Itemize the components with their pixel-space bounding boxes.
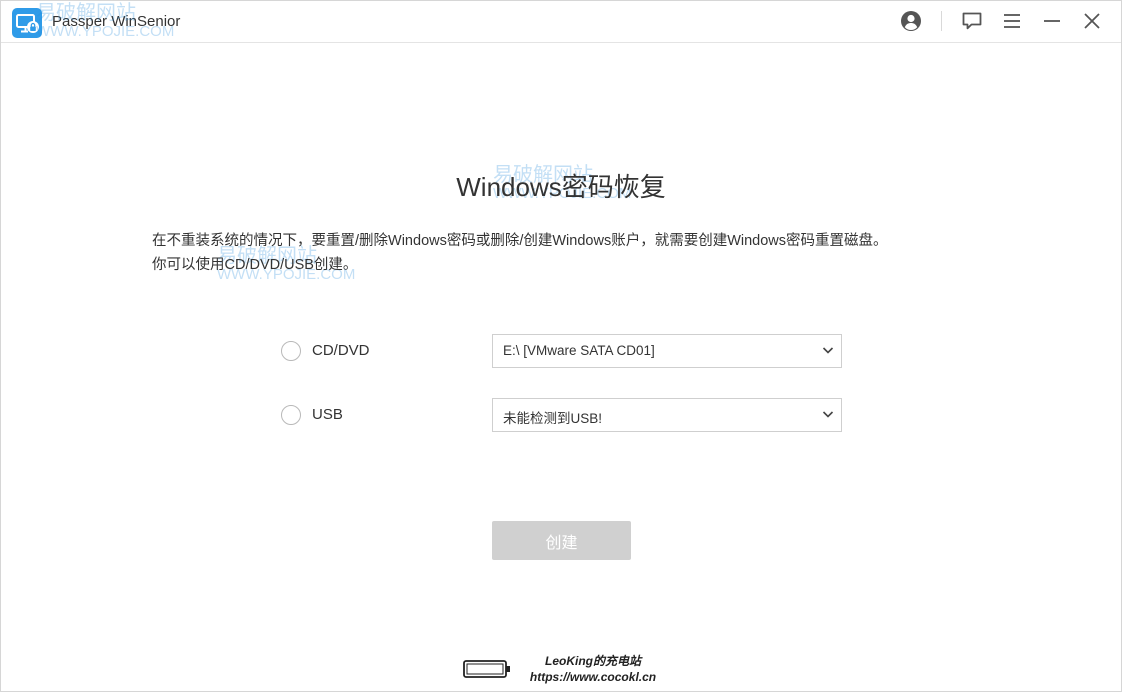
minimize-icon[interactable] [1041,10,1063,32]
description-line: 你可以使用CD/DVD/USB创建。 [152,257,358,273]
option-row-usb: USB 未能检测到USB! [281,398,842,432]
cd-dvd-drive-select[interactable]: E:\ [VMware SATA CD01] [492,334,842,368]
page-title: Windows密码恢复 [456,172,666,202]
close-icon[interactable] [1081,10,1103,32]
description-line: 在不重装系统的情况下，要重置/删除Windows密码或删除/创建Windows账… [152,233,888,249]
usb-drive-select[interactable]: 未能检测到USB! [492,398,842,432]
menu-icon[interactable] [1001,10,1023,32]
app-window: Passper WinSenior 易破解网站 WWW.YPOJIE.COM 易… [0,0,1122,692]
footer-line: https://www.cocokl.cn [529,670,657,684]
cd-dvd-label: CD/DVD [312,342,370,359]
option-row-cd-dvd: CD/DVD E:\ [VMware SATA CD01] [281,334,842,368]
feedback-icon[interactable] [961,10,983,32]
chevron-down-icon [822,347,834,354]
cd-dvd-radio[interactable] [281,341,301,361]
select-value: E:\ [VMware SATA CD01] [503,343,655,358]
description: 在不重装系统的情况下，要重置/删除Windows密码或删除/创建Windows账… [152,229,1012,277]
select-value: 未能检测到USB! [503,411,603,426]
usb-label: USB [312,406,343,423]
monitor-lock-icon [12,8,42,38]
footer-line: LeoKing的充电站 [545,654,641,668]
titlebar-divider [941,11,942,31]
account-icon[interactable] [900,10,922,32]
footer-watermark: LeoKing的充电站 https://www.cocokl.cn [513,653,673,685]
app-title: Passper WinSenior [52,13,181,30]
create-button[interactable]: 创建 [492,521,631,560]
chevron-down-icon [822,411,834,418]
battery-logo-icon [463,660,510,678]
title-bar: Passper WinSenior [1,1,1121,43]
usb-radio[interactable] [281,405,301,425]
